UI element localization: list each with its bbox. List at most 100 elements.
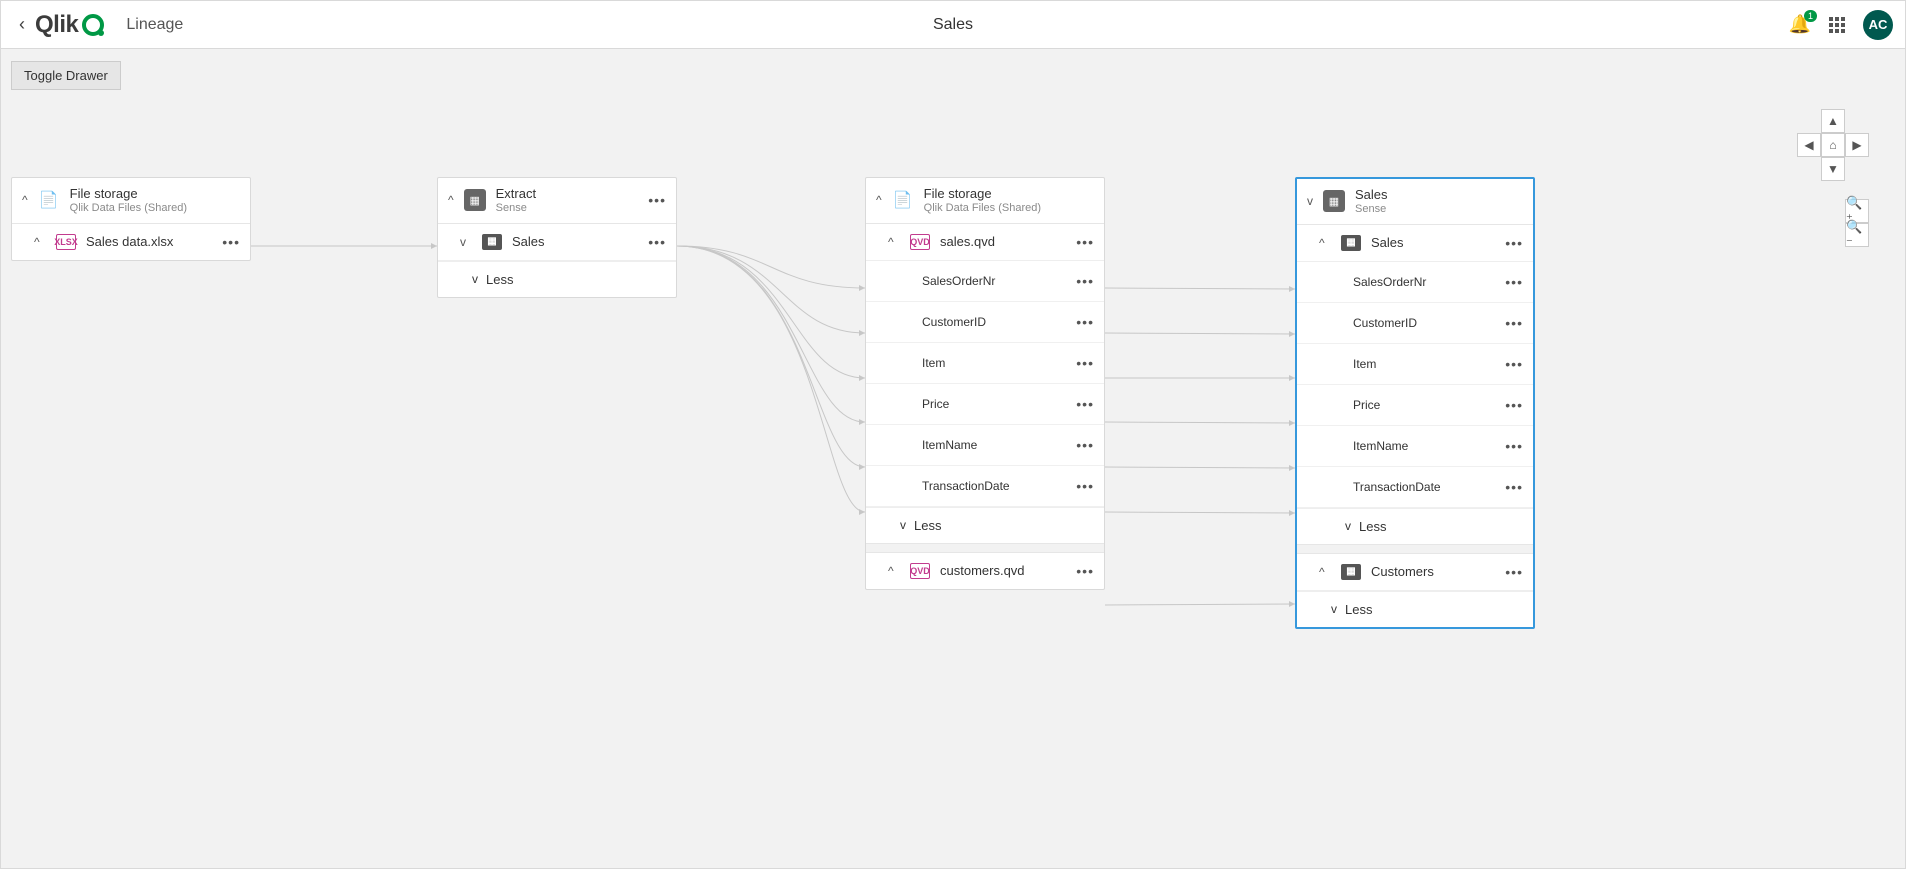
chevron-up-icon[interactable]: ^ xyxy=(888,235,900,249)
item-label: Sales xyxy=(1371,235,1404,250)
chevron-up-icon[interactable]: ^ xyxy=(448,193,454,207)
chevron-down-icon: v xyxy=(900,518,906,532)
node-divider xyxy=(866,543,1104,553)
more-icon[interactable]: ••• xyxy=(1076,478,1094,494)
top-bar: ‹ Qlik Lineage Sales 🔔1 AC xyxy=(1,1,1905,49)
field-row[interactable]: SalesOrderNr••• xyxy=(866,261,1104,302)
file-item-salesqvd[interactable]: ^ QVD sales.qvd ••• xyxy=(866,224,1104,261)
collapse-less[interactable]: v Less xyxy=(866,507,1104,543)
qlik-logo[interactable]: Qlik xyxy=(35,11,104,39)
node-subtitle: Sense xyxy=(1355,203,1388,216)
chevron-up-icon[interactable]: ^ xyxy=(888,564,900,578)
node-filestorage-1[interactable]: ^ 📄 File storage Qlik Data Files (Shared… xyxy=(11,177,251,261)
app-icon: ▦ xyxy=(464,189,486,211)
more-icon[interactable]: ••• xyxy=(1505,564,1523,580)
file-item-xlsx[interactable]: ^ XLSX Sales data.xlsx ••• xyxy=(12,224,250,260)
chevron-up-icon[interactable]: ^ xyxy=(34,235,46,249)
field-row[interactable]: CustomerID••• xyxy=(1297,303,1533,344)
pan-down-button[interactable]: ▼ xyxy=(1821,157,1845,181)
node-title: File storage xyxy=(70,186,187,202)
breadcrumb[interactable]: Lineage xyxy=(126,16,183,34)
chevron-up-icon[interactable]: ^ xyxy=(1319,565,1331,579)
field-row[interactable]: Price••• xyxy=(1297,385,1533,426)
field-row[interactable]: ItemName••• xyxy=(866,425,1104,466)
collapse-less[interactable]: v Less xyxy=(1297,591,1533,627)
node-title: Sales xyxy=(1355,187,1388,203)
pan-right-button[interactable]: ▶ xyxy=(1845,133,1869,157)
collapse-less[interactable]: v Less xyxy=(1297,508,1533,544)
field-row[interactable]: SalesOrderNr••• xyxy=(1297,262,1533,303)
more-icon[interactable]: ••• xyxy=(648,192,666,208)
page-title: Sales xyxy=(933,16,973,34)
table-icon: ▦ xyxy=(1341,235,1361,251)
field-row[interactable]: Price••• xyxy=(866,384,1104,425)
node-extract[interactable]: ^ ▦ Extract Sense ••• v ▦ Sales ••• v Le… xyxy=(437,177,677,298)
node-title: Extract xyxy=(496,186,536,202)
lineage-canvas[interactable]: Toggle Drawer ▲ ◀ ⌂ ▶ ▼ 🔍⁺ 🔍⁻ xyxy=(1,49,1905,869)
more-icon[interactable]: ••• xyxy=(1505,235,1523,251)
more-icon[interactable]: ••• xyxy=(1076,563,1094,579)
item-label: Sales xyxy=(512,234,545,249)
more-icon[interactable]: ••• xyxy=(1505,315,1523,331)
node-divider xyxy=(1297,544,1533,554)
file-icon: 📄 xyxy=(892,189,914,211)
node-sales-app[interactable]: v ▦ Sales Sense ^ ▦ Sales ••• SalesOrder… xyxy=(1295,177,1535,629)
more-icon[interactable]: ••• xyxy=(1076,396,1094,412)
node-header[interactable]: v ▦ Sales Sense xyxy=(1297,179,1533,225)
chevron-down-icon[interactable]: v xyxy=(460,235,472,249)
zoom-out-button[interactable]: 🔍⁻ xyxy=(1845,223,1869,247)
more-icon[interactable]: ••• xyxy=(1076,437,1094,453)
item-label: customers.qvd xyxy=(940,563,1025,578)
pan-home-button[interactable]: ⌂ xyxy=(1821,133,1845,157)
more-icon[interactable]: ••• xyxy=(1076,355,1094,371)
table-item-sales[interactable]: ^ ▦ Sales ••• xyxy=(1297,225,1533,262)
chevron-up-icon[interactable]: ^ xyxy=(22,193,28,207)
more-icon[interactable]: ••• xyxy=(1076,234,1094,250)
collapse-less[interactable]: v Less xyxy=(438,261,676,297)
chevron-down-icon: v xyxy=(1331,602,1337,616)
more-icon[interactable]: ••• xyxy=(1076,314,1094,330)
table-icon: ▦ xyxy=(482,234,502,250)
file-item-customersqvd[interactable]: ^ QVD customers.qvd ••• xyxy=(866,553,1104,589)
file-icon: 📄 xyxy=(38,189,60,211)
table-icon: ▦ xyxy=(1341,564,1361,580)
more-icon[interactable]: ••• xyxy=(222,234,240,250)
node-header[interactable]: ^ ▦ Extract Sense ••• xyxy=(438,178,676,224)
field-row[interactable]: TransactionDate••• xyxy=(866,466,1104,507)
chevron-up-icon[interactable]: ^ xyxy=(876,193,882,207)
more-icon[interactable]: ••• xyxy=(1505,397,1523,413)
chevron-up-icon[interactable]: ^ xyxy=(1319,236,1331,250)
toggle-drawer-button[interactable]: Toggle Drawer xyxy=(11,61,121,90)
field-row[interactable]: Item••• xyxy=(1297,344,1533,385)
field-row[interactable]: ItemName••• xyxy=(1297,426,1533,467)
chevron-down-icon[interactable]: v xyxy=(1307,194,1313,208)
node-filestorage-2[interactable]: ^ 📄 File storage Qlik Data Files (Shared… xyxy=(865,177,1105,590)
qvd-icon: QVD xyxy=(910,234,930,250)
qvd-icon: QVD xyxy=(910,563,930,579)
field-row[interactable]: Item••• xyxy=(866,343,1104,384)
table-item-customers[interactable]: ^ ▦ Customers ••• xyxy=(1297,554,1533,591)
more-icon[interactable]: ••• xyxy=(1505,438,1523,454)
field-row[interactable]: CustomerID••• xyxy=(866,302,1104,343)
item-label: Customers xyxy=(1371,564,1434,579)
pan-control: ▲ ◀ ⌂ ▶ ▼ xyxy=(1797,109,1869,181)
pan-left-button[interactable]: ◀ xyxy=(1797,133,1821,157)
xlsx-icon: XLSX xyxy=(56,234,76,250)
node-header[interactable]: ^ 📄 File storage Qlik Data Files (Shared… xyxy=(866,178,1104,224)
node-header[interactable]: ^ 📄 File storage Qlik Data Files (Shared… xyxy=(12,178,250,224)
table-item-sales[interactable]: v ▦ Sales ••• xyxy=(438,224,676,261)
pan-up-button[interactable]: ▲ xyxy=(1821,109,1845,133)
more-icon[interactable]: ••• xyxy=(1505,356,1523,372)
app-launcher-icon[interactable] xyxy=(1829,17,1845,33)
notification-badge: 1 xyxy=(1804,10,1817,22)
avatar[interactable]: AC xyxy=(1863,10,1893,40)
back-icon[interactable]: ‹ xyxy=(13,10,31,39)
field-row[interactable]: TransactionDate••• xyxy=(1297,467,1533,508)
item-label: sales.qvd xyxy=(940,234,995,249)
more-icon[interactable]: ••• xyxy=(648,234,666,250)
more-icon[interactable]: ••• xyxy=(1076,273,1094,289)
more-icon[interactable]: ••• xyxy=(1505,274,1523,290)
app-frame: ‹ Qlik Lineage Sales 🔔1 AC Toggle Drawer… xyxy=(0,0,1906,869)
more-icon[interactable]: ••• xyxy=(1505,479,1523,495)
notification-bell-icon[interactable]: 🔔1 xyxy=(1789,14,1811,35)
